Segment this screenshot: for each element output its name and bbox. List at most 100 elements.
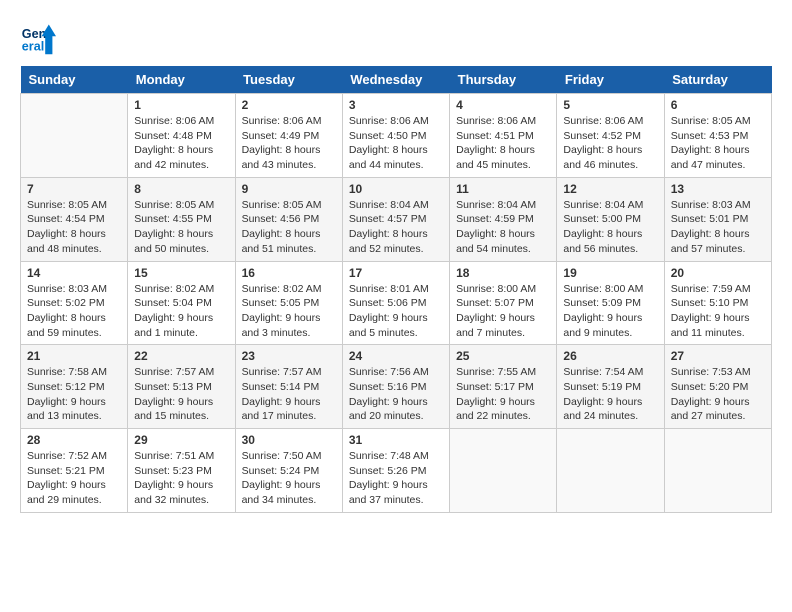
day-cell: 14 Sunrise: 8:03 AMSunset: 5:02 PMDayligh… <box>21 261 128 345</box>
calendar-table: SundayMondayTuesdayWednesdayThursdayFrid… <box>20 66 772 513</box>
day-info: Sunrise: 8:06 AMSunset: 4:49 PMDaylight:… <box>242 114 336 173</box>
day-number: 12 <box>563 182 657 196</box>
day-cell: 18 Sunrise: 8:00 AMSunset: 5:07 PMDayligh… <box>450 261 557 345</box>
day-cell: 20Sunrise: 7:59 AMSunset: 5:10 PMDayligh… <box>664 261 771 345</box>
day-cell: 22 Sunrise: 7:57 AMSunset: 5:13 PMDayligh… <box>128 345 235 429</box>
svg-text:eral: eral <box>22 40 44 54</box>
day-info: Sunrise: 8:00 AMSunset: 5:09 PMDaylight:… <box>563 282 657 341</box>
day-number: 5 <box>563 98 657 112</box>
day-number: 2 <box>242 98 336 112</box>
day-number: 17 <box>349 266 443 280</box>
day-info: Sunrise: 7:50 AMSunset: 5:24 PMDaylight:… <box>242 449 336 508</box>
day-cell: 15Sunrise: 8:02 AMSunset: 5:04 PMDayligh… <box>128 261 235 345</box>
day-number: 21 <box>27 349 121 363</box>
day-number: 23 <box>242 349 336 363</box>
day-cell: 11 Sunrise: 8:04 AMSunset: 4:59 PMDayligh… <box>450 177 557 261</box>
day-info: Sunrise: 8:05 AMSunset: 4:55 PMDaylight:… <box>134 198 228 257</box>
day-info: Sunrise: 7:48 AMSunset: 5:26 PMDaylight:… <box>349 449 443 508</box>
day-info: Sunrise: 7:54 AMSunset: 5:19 PMDaylight:… <box>563 365 657 424</box>
day-cell: 13 Sunrise: 8:03 AMSunset: 5:01 PMDayligh… <box>664 177 771 261</box>
day-cell: 2 Sunrise: 8:06 AMSunset: 4:49 PMDaylight… <box>235 94 342 178</box>
day-cell: 16Sunrise: 8:02 AMSunset: 5:05 PMDayligh… <box>235 261 342 345</box>
day-info: Sunrise: 8:03 AMSunset: 5:02 PMDaylight:… <box>27 282 121 341</box>
day-number: 9 <box>242 182 336 196</box>
day-info: Sunrise: 8:04 AMSunset: 4:57 PMDaylight:… <box>349 198 443 257</box>
day-cell: 6Sunrise: 8:05 AMSunset: 4:53 PMDaylight… <box>664 94 771 178</box>
day-info: Sunrise: 8:06 AMSunset: 4:48 PMDaylight:… <box>134 114 228 173</box>
day-cell <box>557 429 664 513</box>
week-row-5: 28Sunrise: 7:52 AMSunset: 5:21 PMDayligh… <box>21 429 772 513</box>
week-row-4: 21Sunrise: 7:58 AMSunset: 5:12 PMDayligh… <box>21 345 772 429</box>
day-info: Sunrise: 8:06 AMSunset: 4:50 PMDaylight:… <box>349 114 443 173</box>
day-info: Sunrise: 7:53 AMSunset: 5:20 PMDaylight:… <box>671 365 765 424</box>
day-info: Sunrise: 8:01 AMSunset: 5:06 PMDaylight:… <box>349 282 443 341</box>
day-cell: 31 Sunrise: 7:48 AMSunset: 5:26 PMDayligh… <box>342 429 449 513</box>
day-number: 22 <box>134 349 228 363</box>
day-header-monday: Monday <box>128 66 235 94</box>
day-info: Sunrise: 8:03 AMSunset: 5:01 PMDaylight:… <box>671 198 765 257</box>
day-cell <box>664 429 771 513</box>
day-info: Sunrise: 8:02 AMSunset: 5:05 PMDaylight:… <box>242 282 336 341</box>
day-number: 7 <box>27 182 121 196</box>
day-header-saturday: Saturday <box>664 66 771 94</box>
day-info: Sunrise: 8:05 AMSunset: 4:54 PMDaylight:… <box>27 198 121 257</box>
day-number: 25 <box>456 349 550 363</box>
day-header-thursday: Thursday <box>450 66 557 94</box>
day-number: 31 <box>349 433 443 447</box>
day-cell: 19Sunrise: 8:00 AMSunset: 5:09 PMDayligh… <box>557 261 664 345</box>
day-info: Sunrise: 8:00 AMSunset: 5:07 PMDaylight:… <box>456 282 550 341</box>
calendar-header-row: SundayMondayTuesdayWednesdayThursdayFrid… <box>21 66 772 94</box>
day-number: 26 <box>563 349 657 363</box>
week-row-1: 1 Sunrise: 8:06 AMSunset: 4:48 PMDaylight… <box>21 94 772 178</box>
day-info: Sunrise: 8:04 AMSunset: 5:00 PMDaylight:… <box>563 198 657 257</box>
day-number: 10 <box>349 182 443 196</box>
day-header-tuesday: Tuesday <box>235 66 342 94</box>
day-info: Sunrise: 8:05 AMSunset: 4:56 PMDaylight:… <box>242 198 336 257</box>
day-number: 11 <box>456 182 550 196</box>
week-row-2: 7 Sunrise: 8:05 AMSunset: 4:54 PMDaylight… <box>21 177 772 261</box>
day-header-sunday: Sunday <box>21 66 128 94</box>
day-cell: 30 Sunrise: 7:50 AMSunset: 5:24 PMDayligh… <box>235 429 342 513</box>
day-number: 28 <box>27 433 121 447</box>
day-cell: 5 Sunrise: 8:06 AMSunset: 4:52 PMDaylight… <box>557 94 664 178</box>
day-info: Sunrise: 7:55 AMSunset: 5:17 PMDaylight:… <box>456 365 550 424</box>
day-cell: 12 Sunrise: 8:04 AMSunset: 5:00 PMDayligh… <box>557 177 664 261</box>
day-info: Sunrise: 7:51 AMSunset: 5:23 PMDaylight:… <box>134 449 228 508</box>
day-info: Sunrise: 8:06 AMSunset: 4:51 PMDaylight:… <box>456 114 550 173</box>
day-number: 14 <box>27 266 121 280</box>
day-number: 20 <box>671 266 765 280</box>
day-cell: 26 Sunrise: 7:54 AMSunset: 5:19 PMDayligh… <box>557 345 664 429</box>
day-info: Sunrise: 8:04 AMSunset: 4:59 PMDaylight:… <box>456 198 550 257</box>
day-number: 13 <box>671 182 765 196</box>
day-info: Sunrise: 8:05 AMSunset: 4:53 PMDaylight:… <box>671 114 765 173</box>
day-header-friday: Friday <box>557 66 664 94</box>
day-cell: 25 Sunrise: 7:55 AMSunset: 5:17 PMDayligh… <box>450 345 557 429</box>
day-cell: 17 Sunrise: 8:01 AMSunset: 5:06 PMDayligh… <box>342 261 449 345</box>
day-number: 18 <box>456 266 550 280</box>
day-number: 27 <box>671 349 765 363</box>
day-cell: 1 Sunrise: 8:06 AMSunset: 4:48 PMDaylight… <box>128 94 235 178</box>
page-header: Gen eral <box>20 20 772 56</box>
day-number: 30 <box>242 433 336 447</box>
day-cell: 8 Sunrise: 8:05 AMSunset: 4:55 PMDaylight… <box>128 177 235 261</box>
day-cell: 9 Sunrise: 8:05 AMSunset: 4:56 PMDaylight… <box>235 177 342 261</box>
day-cell: 23 Sunrise: 7:57 AMSunset: 5:14 PMDayligh… <box>235 345 342 429</box>
day-number: 29 <box>134 433 228 447</box>
day-cell: 27 Sunrise: 7:53 AMSunset: 5:20 PMDayligh… <box>664 345 771 429</box>
day-info: Sunrise: 8:06 AMSunset: 4:52 PMDaylight:… <box>563 114 657 173</box>
day-cell: 10 Sunrise: 8:04 AMSunset: 4:57 PMDayligh… <box>342 177 449 261</box>
day-cell: 7 Sunrise: 8:05 AMSunset: 4:54 PMDaylight… <box>21 177 128 261</box>
day-cell: 28Sunrise: 7:52 AMSunset: 5:21 PMDayligh… <box>21 429 128 513</box>
day-number: 24 <box>349 349 443 363</box>
day-info: Sunrise: 7:57 AMSunset: 5:13 PMDaylight:… <box>134 365 228 424</box>
day-cell: 4 Sunrise: 8:06 AMSunset: 4:51 PMDaylight… <box>450 94 557 178</box>
day-header-wednesday: Wednesday <box>342 66 449 94</box>
day-number: 4 <box>456 98 550 112</box>
day-number: 1 <box>134 98 228 112</box>
day-cell: 29 Sunrise: 7:51 AMSunset: 5:23 PMDayligh… <box>128 429 235 513</box>
day-number: 8 <box>134 182 228 196</box>
day-info: Sunrise: 7:57 AMSunset: 5:14 PMDaylight:… <box>242 365 336 424</box>
day-number: 3 <box>349 98 443 112</box>
day-cell: 3 Sunrise: 8:06 AMSunset: 4:50 PMDaylight… <box>342 94 449 178</box>
week-row-3: 14 Sunrise: 8:03 AMSunset: 5:02 PMDayligh… <box>21 261 772 345</box>
